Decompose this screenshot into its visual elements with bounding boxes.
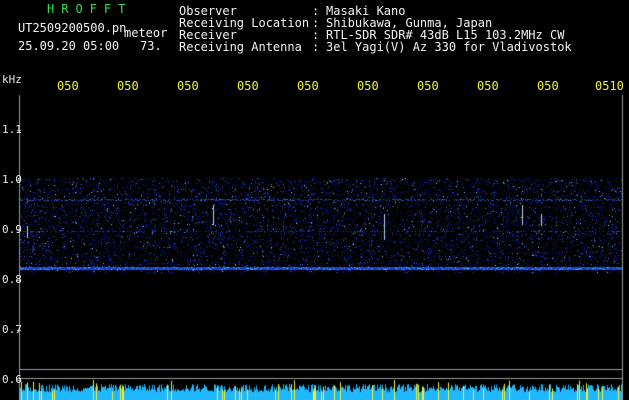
time-label: 0510 — [595, 79, 624, 93]
y-tick-label: 0.8 — [2, 273, 22, 286]
unit-label: kHz — [2, 73, 22, 86]
y-tick-label: 0.6 — [2, 373, 22, 386]
antenna-value: 3el Yagi(V) Az 330 for Vladivostok — [326, 40, 572, 54]
time-label: 050 — [537, 79, 559, 93]
filename-label: UT2509200500.pn — [18, 21, 127, 35]
time-label: 050 — [357, 79, 379, 93]
time-label: 050 — [57, 79, 79, 93]
spectrogram-canvas — [0, 0, 629, 400]
y-tick-label: 0.7 — [2, 323, 22, 336]
time-label: 050 — [237, 79, 259, 93]
mode-label: meteor — [124, 26, 168, 40]
time-label: 050 — [117, 79, 139, 93]
datetime-label: 25.09.20 05:00 — [18, 39, 120, 53]
y-tick-label: 0.9 — [2, 223, 22, 236]
time-label: 050 — [177, 79, 199, 93]
antenna-colon: : — [312, 40, 327, 54]
antenna-label: Receiving Antenna — [179, 40, 302, 54]
y-tick-label: 1.1 — [2, 123, 22, 136]
count-label: 73. — [140, 39, 162, 53]
time-label: 050 — [297, 79, 319, 93]
time-label: 050 — [417, 79, 439, 93]
app-title: HROFFT — [47, 2, 133, 16]
y-tick-label: 1.0 — [2, 173, 22, 186]
time-label: 050 — [477, 79, 499, 93]
